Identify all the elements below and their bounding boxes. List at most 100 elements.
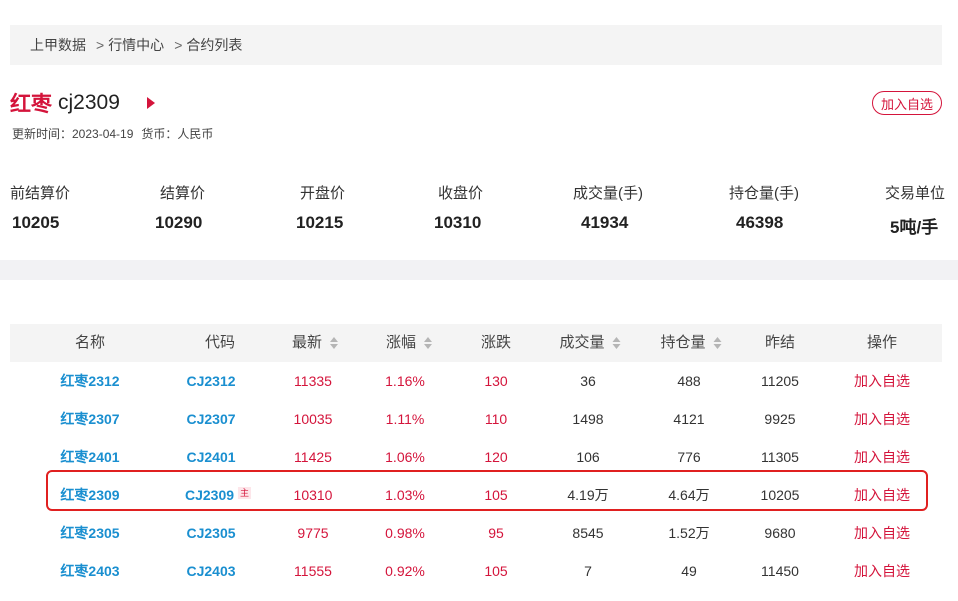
prev-settle: 11205: [761, 373, 799, 389]
volume: 8545: [572, 525, 604, 541]
volume: 106: [576, 449, 600, 465]
latest-price: 11335: [294, 373, 332, 389]
stat-label: 收盘价: [438, 185, 484, 202]
stat-settle: 结算价 10290: [155, 182, 206, 233]
stat-volume: 成交量(手) 41934: [573, 182, 643, 233]
add-to-watchlist-link[interactable]: 加入自选: [854, 476, 910, 514]
contract-name-link[interactable]: 红枣2403: [60, 552, 119, 590]
breadcrumb-separator: >: [96, 37, 105, 53]
price-change: 120: [484, 449, 508, 465]
contract-code-link[interactable]: CJ2312: [186, 362, 235, 400]
prev-settle: 9925: [764, 411, 796, 427]
volume: 7: [584, 563, 592, 579]
col-header-open-interest[interactable]: 持仓量: [660, 324, 722, 362]
open-interest: 4121: [673, 411, 705, 427]
pct-change: 1.06%: [385, 449, 425, 465]
volume: 36: [580, 373, 596, 389]
add-to-watchlist-link[interactable]: 加入自选: [854, 400, 910, 438]
breadcrumb-contract-list: 合约列表: [186, 37, 243, 53]
contract-code: cj2309: [58, 91, 120, 114]
contract-title: 红枣 cj2309: [10, 88, 155, 118]
stat-value: 46398: [736, 213, 784, 232]
add-to-watchlist-link[interactable]: 加入自选: [854, 514, 910, 552]
table-row: 红枣2312 CJ2312 11335 1.16% 130 36 488 112…: [10, 362, 942, 400]
stat-close: 收盘价 10310: [434, 182, 484, 233]
prev-settle: 11450: [761, 563, 799, 579]
contract-name-link[interactable]: 红枣2312: [60, 362, 119, 400]
open-interest: 776: [677, 449, 701, 465]
stat-label: 成交量(手): [573, 185, 643, 202]
contract-code-link[interactable]: CJ2307: [186, 400, 235, 438]
prev-settle: 9680: [764, 525, 796, 541]
prev-settle: 10205: [760, 487, 800, 503]
contract-code-link[interactable]: CJ2401: [186, 438, 235, 476]
latest-price: 9775: [297, 525, 329, 541]
sort-icon[interactable]: [612, 337, 621, 350]
breadcrumb-separator: >: [174, 37, 183, 53]
breadcrumb-market-center[interactable]: 行情中心: [108, 35, 164, 55]
table-header: 名称 代码 最新 涨幅 涨跌 成交量 持仓量 昨结 操作: [10, 324, 942, 362]
table-row: 红枣2403 CJ2403 11555 0.92% 105 7 49 11450…: [10, 552, 942, 590]
col-header-code: 代码: [204, 334, 236, 351]
sort-icon[interactable]: [424, 337, 433, 350]
price-change: 105: [484, 487, 508, 503]
col-header-change: 涨跌: [480, 334, 512, 351]
stat-label: 开盘价: [300, 185, 346, 202]
add-to-watchlist-link[interactable]: 加入自选: [854, 438, 910, 476]
stat-prev-settle: 前结算价 10205: [10, 182, 70, 233]
price-change: 105: [484, 563, 508, 579]
stat-value: 10215: [296, 213, 344, 232]
play-arrow-icon[interactable]: [146, 97, 155, 109]
contract-code-cell[interactable]: CJ2309 主: [185, 476, 252, 514]
breadcrumb: 上甲数据 > 行情中心 > 合约列表: [10, 25, 942, 65]
open-interest: 1.52万: [668, 525, 710, 541]
latest-price: 10035: [293, 411, 333, 427]
breadcrumb-home[interactable]: 上甲数据: [30, 35, 86, 55]
volume: 4.19万: [567, 487, 609, 503]
latest-price: 10310: [293, 487, 333, 503]
currency: 货币：人民币: [141, 127, 214, 141]
update-time: 更新时间：2023-04-19: [12, 127, 134, 141]
table-row-main-contract: 红枣2309 CJ2309 主 10310 1.03% 105 4.19万 4.6…: [10, 476, 942, 514]
contract-name-link[interactable]: 红枣2309: [60, 476, 119, 514]
contract-name-link[interactable]: 红枣2305: [60, 514, 119, 552]
stat-label: 持仓量(手): [729, 185, 799, 202]
stat-value: 10290: [155, 213, 203, 232]
main-contract-badge: 主: [238, 487, 252, 499]
stat-trade-unit: 交易单位 5吨/手: [885, 182, 945, 238]
table-row: 红枣2401 CJ2401 11425 1.06% 120 106 776 11…: [10, 438, 942, 476]
contract-code-link[interactable]: CJ2403: [186, 552, 235, 590]
sort-icon[interactable]: [330, 337, 339, 350]
contract-name-link[interactable]: 红枣2307: [60, 400, 119, 438]
contract-code-link[interactable]: CJ2309: [185, 487, 234, 503]
col-header-prev-settle: 昨结: [764, 334, 796, 351]
add-to-watchlist-button[interactable]: 加入自选: [872, 91, 942, 115]
latest-price: 11425: [294, 449, 332, 465]
stat-value: 10205: [12, 213, 60, 232]
pct-change: 1.03%: [385, 487, 425, 503]
contract-name-link[interactable]: 红枣2401: [60, 438, 119, 476]
stat-label: 结算价: [160, 185, 206, 202]
col-header-pct[interactable]: 涨幅: [386, 324, 433, 362]
stat-value: 41934: [581, 213, 629, 232]
open-interest: 4.64万: [668, 487, 710, 503]
contract-meta: 更新时间：2023-04-19 货币：人民币: [12, 125, 213, 142]
stat-open-interest: 持仓量(手) 46398: [729, 182, 799, 233]
contract-code-link[interactable]: CJ2305: [186, 514, 235, 552]
col-header-latest[interactable]: 最新: [292, 324, 339, 362]
col-header-volume[interactable]: 成交量: [559, 324, 621, 362]
stat-label: 交易单位: [885, 185, 946, 202]
stat-value: 5吨/手: [890, 218, 939, 237]
open-interest: 488: [677, 373, 701, 389]
add-to-watchlist-link[interactable]: 加入自选: [854, 552, 910, 590]
prev-settle: 11305: [761, 449, 799, 465]
sort-icon[interactable]: [713, 337, 722, 350]
stat-value: 10310: [434, 213, 482, 232]
add-to-watchlist-link[interactable]: 加入自选: [854, 362, 910, 400]
section-divider: [0, 260, 958, 280]
pct-change: 0.98%: [385, 525, 425, 541]
table-row: 红枣2305 CJ2305 9775 0.98% 95 8545 1.52万 9…: [10, 514, 942, 552]
col-header-action: 操作: [866, 334, 898, 351]
price-change: 130: [484, 373, 508, 389]
table-row: 红枣2307 CJ2307 10035 1.11% 110 1498 4121 …: [10, 400, 942, 438]
